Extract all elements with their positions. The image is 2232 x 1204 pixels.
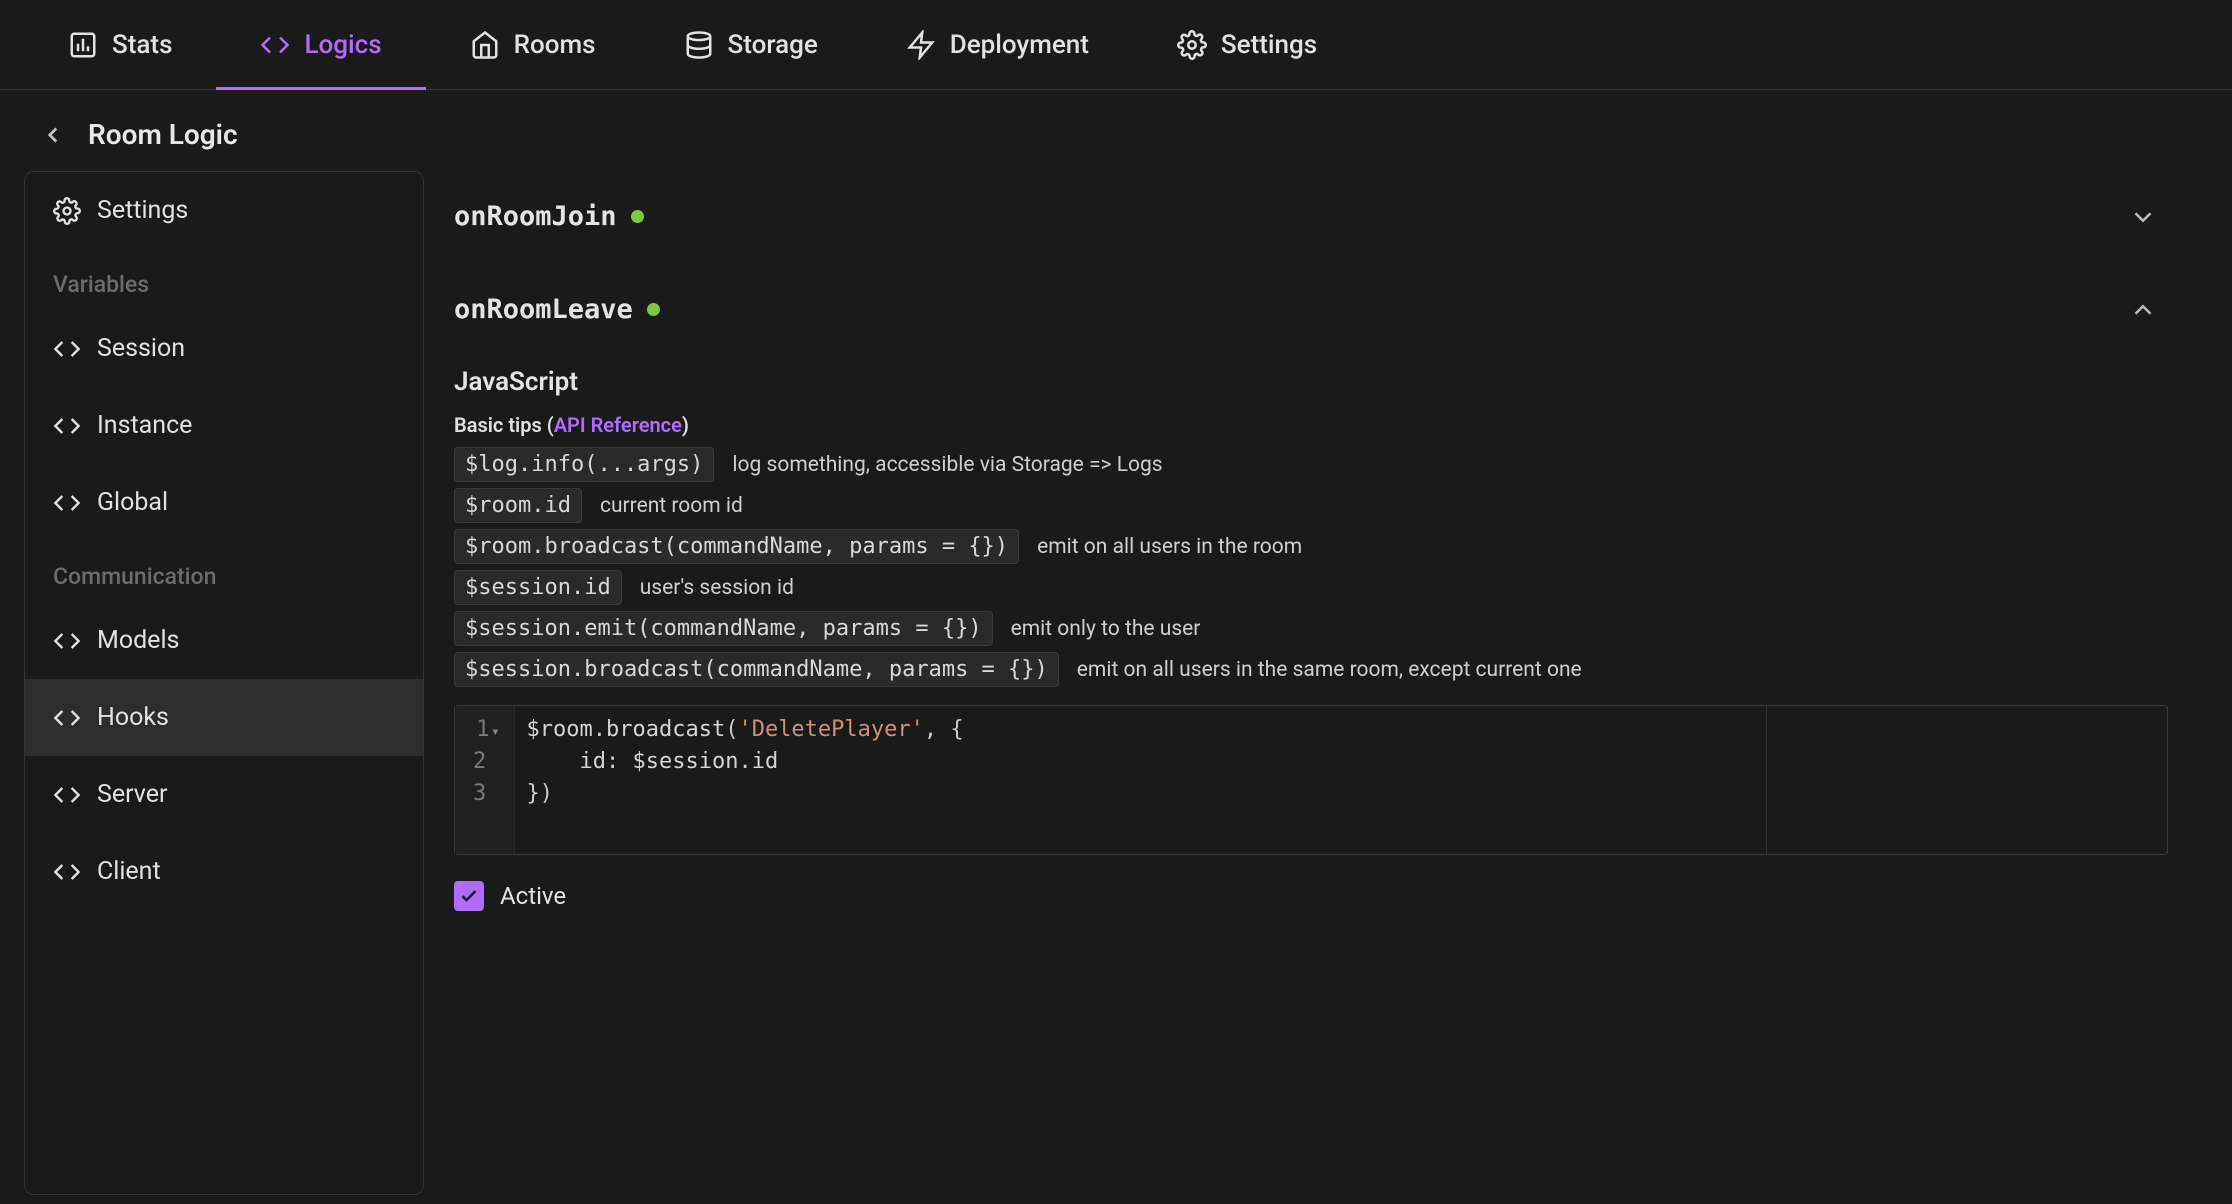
top-tabs: Stats Logics Rooms Storage Deployment Se… bbox=[0, 0, 2232, 90]
tab-rooms-label: Rooms bbox=[514, 30, 596, 60]
tip-row: $room.broadcast(commandName, params = {}… bbox=[454, 529, 2168, 564]
api-reference-link[interactable]: API Reference bbox=[554, 413, 682, 437]
active-row: Active bbox=[454, 881, 2168, 911]
tab-settings[interactable]: Settings bbox=[1133, 0, 1361, 89]
hook-title-label: onRoomLeave bbox=[454, 294, 633, 325]
code-icon bbox=[53, 412, 81, 440]
hook-onroomleave: onRoomLeave JavaScript Basic tips (API R… bbox=[454, 264, 2168, 911]
sidebar-item-settings[interactable]: Settings bbox=[25, 172, 423, 249]
tip-row: $session.emit(commandName, params = {}) … bbox=[454, 611, 2168, 646]
sidebar-settings-label: Settings bbox=[97, 196, 188, 225]
sidebar-item-session[interactable]: Session bbox=[25, 310, 423, 387]
page-title: Room Logic bbox=[88, 118, 238, 151]
chevron-left-icon bbox=[40, 122, 66, 148]
editor-split-line bbox=[1766, 706, 1767, 854]
sidebar-heading-variables: Variables bbox=[25, 249, 423, 310]
hook-title-label: onRoomJoin bbox=[454, 201, 617, 232]
tip-code: $session.emit(commandName, params = {}) bbox=[454, 611, 993, 646]
sidebar-item-global[interactable]: Global bbox=[25, 464, 423, 541]
tips-suffix: ) bbox=[682, 413, 689, 437]
tip-code: $session.id bbox=[454, 570, 622, 605]
editor-language-label: JavaScript bbox=[454, 367, 2168, 397]
tip-code: $log.info(...args) bbox=[454, 447, 714, 482]
tip-row: $session.broadcast(commandName, params =… bbox=[454, 652, 2168, 687]
code-icon bbox=[53, 704, 81, 732]
tip-desc: emit on all users in the room bbox=[1037, 535, 1302, 559]
sidebar-item-hooks[interactable]: Hooks bbox=[25, 679, 423, 756]
tip-row: $log.info(...args) log something, access… bbox=[454, 447, 2168, 482]
tab-stats-label: Stats bbox=[112, 30, 172, 60]
chevron-down-icon bbox=[2128, 202, 2158, 232]
code-icon bbox=[53, 489, 81, 517]
tips-heading: Basic tips (API Reference) bbox=[454, 413, 2168, 437]
tab-deployment-label: Deployment bbox=[950, 30, 1089, 60]
editor-gutter: 1▾ 2 3 bbox=[455, 706, 515, 854]
sidebar-heading-communication: Communication bbox=[25, 541, 423, 602]
code-icon bbox=[53, 335, 81, 363]
tip-desc: emit on all users in the same room, exce… bbox=[1077, 658, 1582, 682]
hook-onroomjoin: onRoomJoin bbox=[454, 171, 2168, 254]
status-dot-active bbox=[647, 303, 660, 316]
chevron-up-icon bbox=[2128, 295, 2158, 325]
tab-stats[interactable]: Stats bbox=[24, 0, 216, 89]
sidebar-item-label: Instance bbox=[97, 411, 192, 440]
code-icon bbox=[53, 858, 81, 886]
tab-logics[interactable]: Logics bbox=[216, 0, 425, 89]
hook-header-onroomleave[interactable]: onRoomLeave bbox=[454, 264, 2168, 347]
bolt-icon bbox=[906, 30, 936, 60]
sidebar-item-label: Session bbox=[97, 334, 185, 363]
code-icon bbox=[260, 30, 290, 60]
hook-header-onroomjoin[interactable]: onRoomJoin bbox=[454, 171, 2168, 254]
sidebar-item-instance[interactable]: Instance bbox=[25, 387, 423, 464]
bar-chart-icon bbox=[68, 30, 98, 60]
sidebar-item-label: Client bbox=[97, 857, 161, 886]
db-icon bbox=[684, 30, 714, 60]
tip-desc: emit only to the user bbox=[1011, 617, 1201, 641]
main-content: onRoomJoin onRoomLeave JavaScript Basic … bbox=[454, 171, 2208, 1195]
code-editor[interactable]: 1▾ 2 3 $room.broadcast('DeletePlayer', {… bbox=[454, 705, 2168, 855]
sidebar-item-label: Global bbox=[97, 488, 168, 517]
sidebar-item-client[interactable]: Client bbox=[25, 833, 423, 910]
tab-storage-label: Storage bbox=[728, 30, 818, 60]
status-dot-active bbox=[631, 210, 644, 223]
tip-code: $room.broadcast(commandName, params = {}… bbox=[454, 529, 1019, 564]
tab-deployment[interactable]: Deployment bbox=[862, 0, 1133, 89]
sidebar-item-label: Models bbox=[97, 626, 179, 655]
tab-settings-label: Settings bbox=[1221, 30, 1317, 60]
tip-code: $session.broadcast(commandName, params =… bbox=[454, 652, 1059, 687]
check-icon bbox=[459, 886, 479, 906]
tips-prefix: Basic tips ( bbox=[454, 413, 554, 437]
gear-icon bbox=[53, 197, 81, 225]
tip-desc: current room id bbox=[600, 494, 743, 518]
page-header: Room Logic bbox=[0, 90, 2232, 171]
tip-code: $room.id bbox=[454, 488, 582, 523]
tip-desc: user's session id bbox=[640, 576, 794, 600]
tip-desc: log something, accessible via Storage =>… bbox=[732, 453, 1162, 477]
tip-row: $session.id user's session id bbox=[454, 570, 2168, 605]
sidebar-item-server[interactable]: Server bbox=[25, 756, 423, 833]
sidebar-item-models[interactable]: Models bbox=[25, 602, 423, 679]
active-label: Active bbox=[500, 882, 566, 910]
home-icon bbox=[470, 30, 500, 60]
tab-logics-label: Logics bbox=[304, 30, 381, 60]
back-button[interactable] bbox=[40, 122, 66, 148]
editor-code-area[interactable]: $room.broadcast('DeletePlayer', { id: $s… bbox=[515, 706, 2168, 854]
tip-row: $room.id current room id bbox=[454, 488, 2168, 523]
active-checkbox[interactable] bbox=[454, 881, 484, 911]
fold-icon[interactable]: ▾ bbox=[490, 722, 500, 742]
gear-icon bbox=[1177, 30, 1207, 60]
code-icon bbox=[53, 781, 81, 809]
code-icon bbox=[53, 627, 81, 655]
tab-storage[interactable]: Storage bbox=[640, 0, 862, 89]
tab-rooms[interactable]: Rooms bbox=[426, 0, 640, 89]
sidebar: Settings Variables Session Instance Glob… bbox=[24, 171, 424, 1195]
sidebar-item-label: Hooks bbox=[97, 703, 169, 732]
sidebar-item-label: Server bbox=[97, 780, 167, 809]
